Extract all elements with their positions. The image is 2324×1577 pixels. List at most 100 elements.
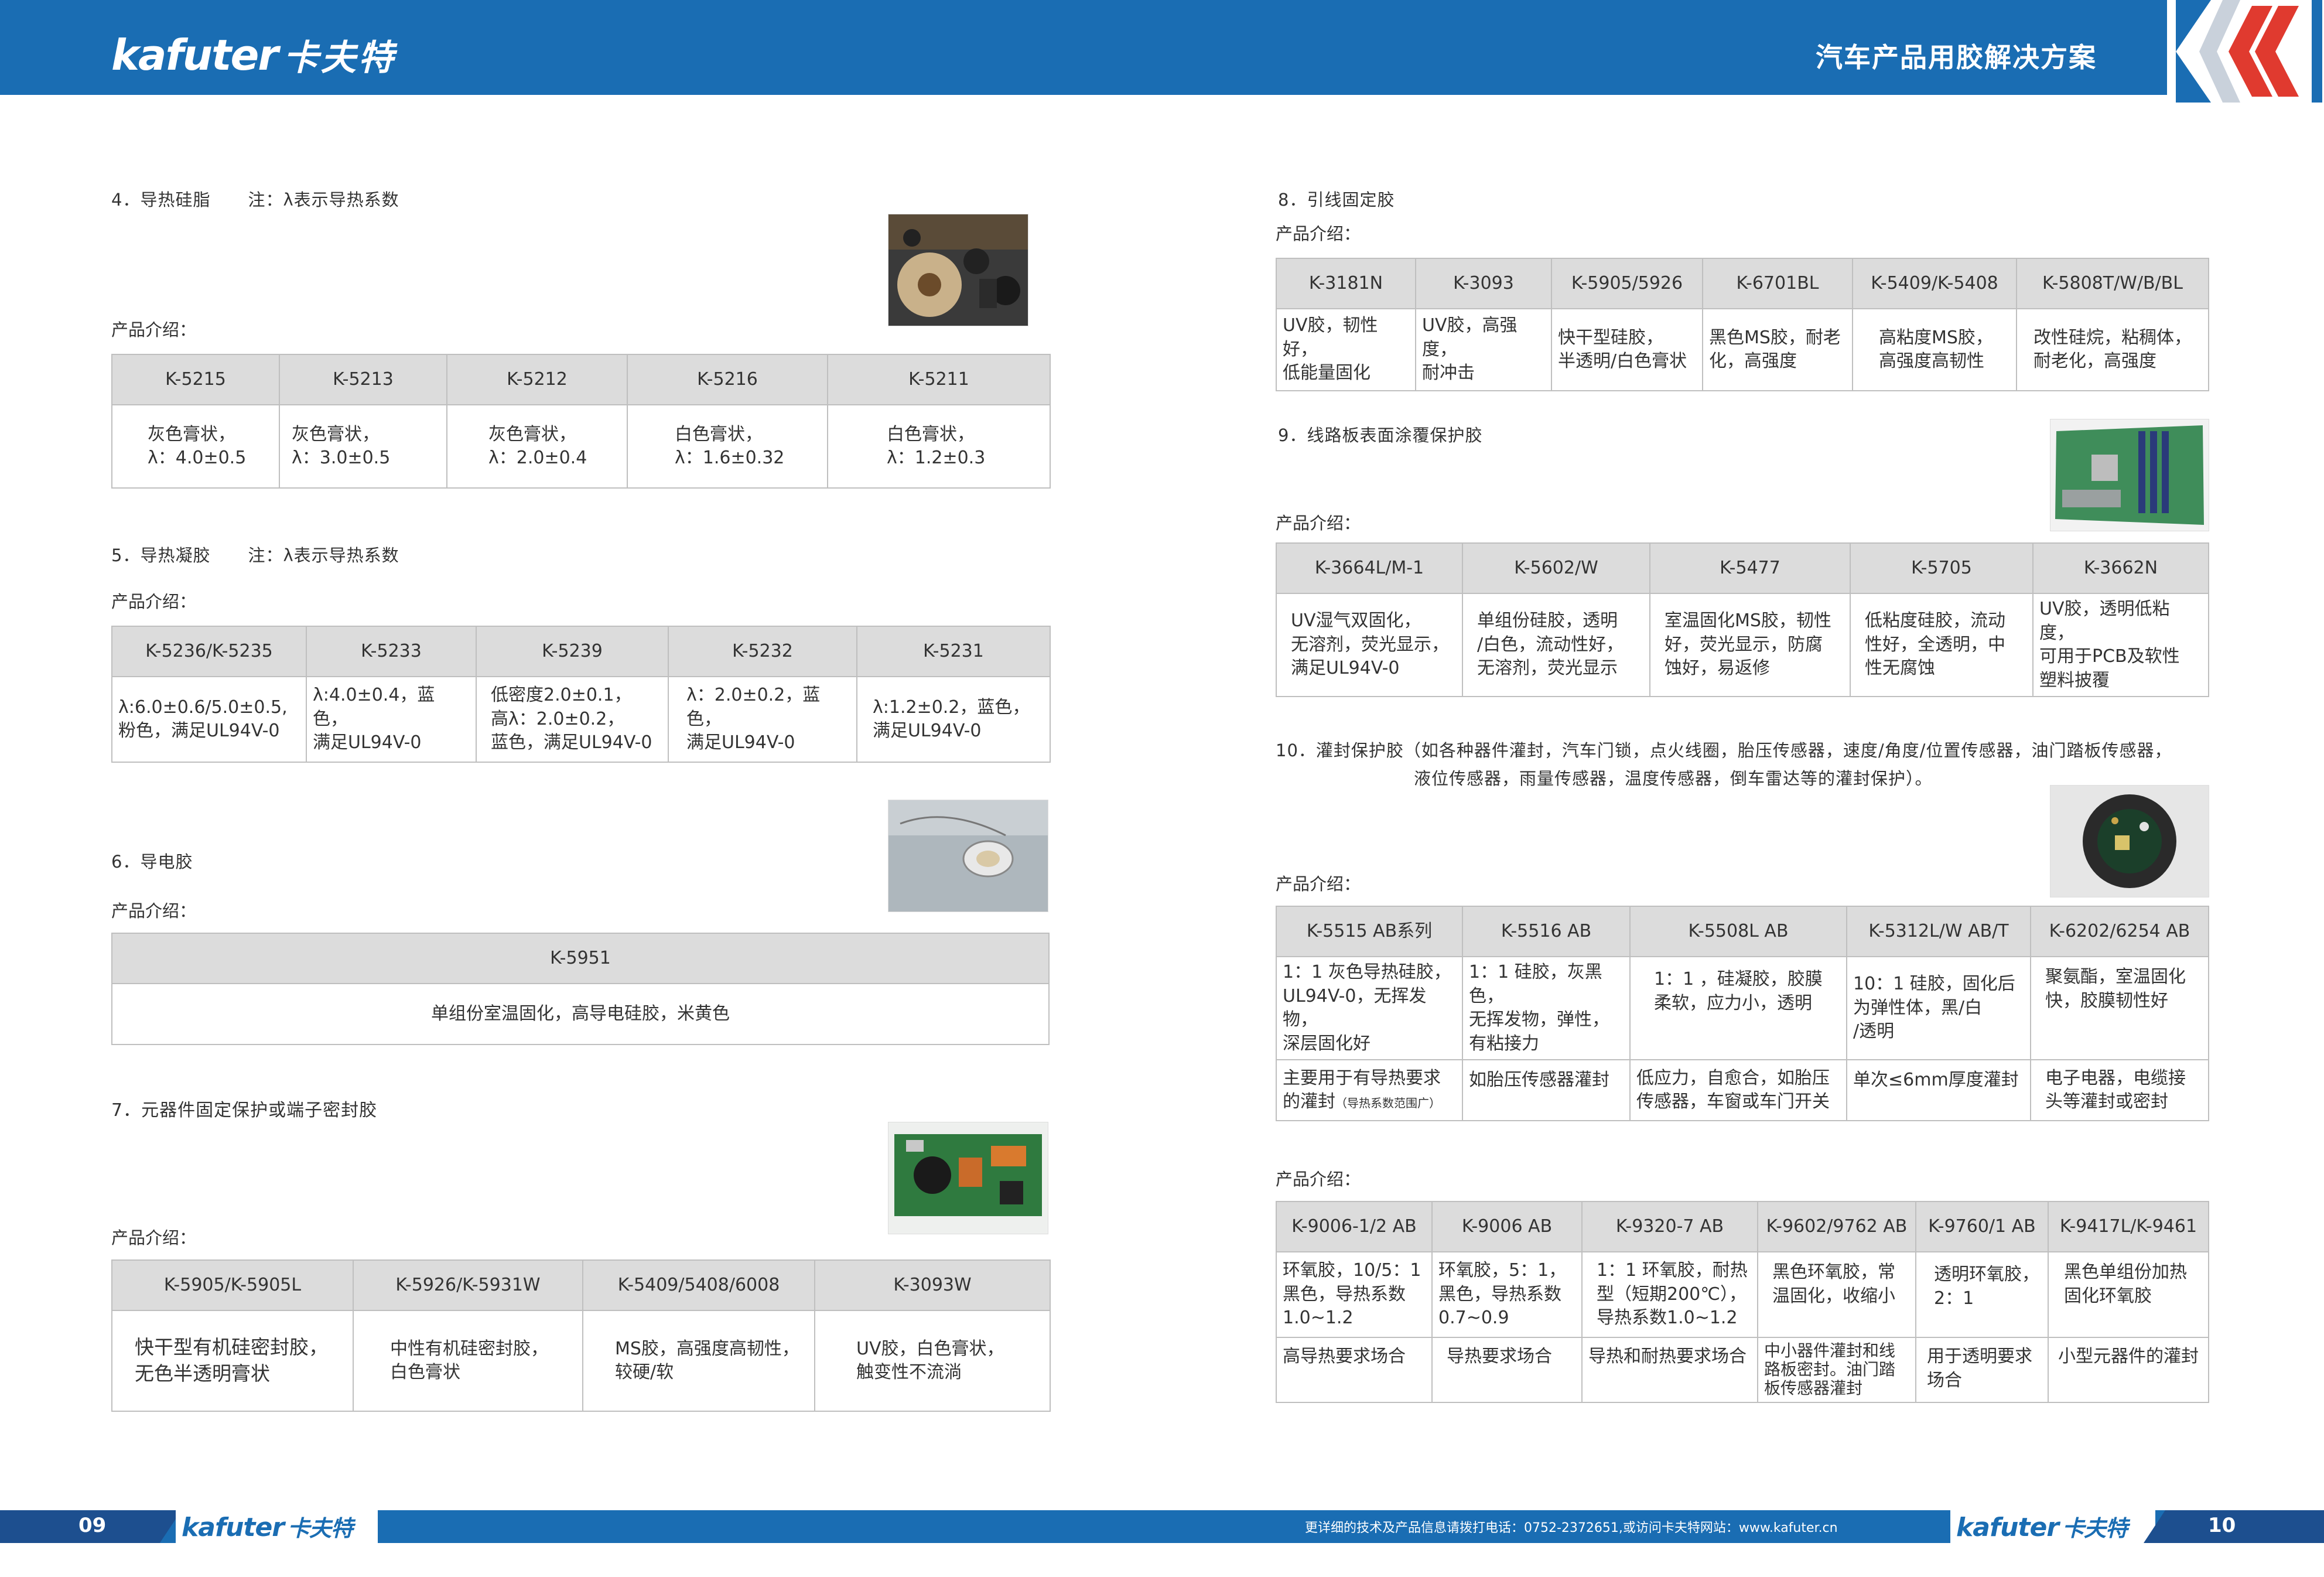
table-cell: 聚氨酯，室温固化 快，胶膜韧性好 <box>2030 956 2209 1060</box>
table-cell: 黑色单组份加热 固化环氧胶 <box>2048 1251 2209 1338</box>
table-header: K-9006-1/2 AB <box>1276 1201 1433 1252</box>
table-cell: 室温固化MS胶，韧性 好，荧光显示，防腐 蚀好，易返修 <box>1649 593 1851 697</box>
section-6-title: 6．导电胶 <box>111 852 193 872</box>
table-cell: 单次≤6mm厚度灌封 <box>1846 1059 2031 1121</box>
page-number-right: 10 <box>2208 1514 2236 1537</box>
table-header: K-5951 <box>111 933 1050 984</box>
table-header: K-5705 <box>1850 542 2034 594</box>
table-cell: 白色膏状， λ：1.2±0.3 <box>827 404 1051 489</box>
sec4-table: K-5215 K-5213 K-5212 K-5216 K-5211 灰色膏状， λ：4.… <box>111 354 1051 489</box>
chevron-icon <box>2176 0 2322 103</box>
table-cell: λ:6.0±0.6/5.0±0.5, 粉色，满足UL94V-0 <box>111 676 307 763</box>
product-intro-label: 产品介绍： <box>111 592 197 612</box>
sec10-table-2: K-9006-1/2 AB K-9006 AB K-9320-7 AB K-9602/… <box>1276 1201 2209 1403</box>
table-header: K-6701BL <box>1702 258 1853 309</box>
table-header: K-3093W <box>814 1259 1051 1311</box>
table-cell: 中性有机硅密封胶， 白色膏状 <box>353 1310 583 1412</box>
table-header: K-5239 <box>476 626 669 677</box>
product-intro-label: 产品介绍： <box>111 901 197 921</box>
conductive-glue-photo <box>888 800 1048 912</box>
table-cell: 单组份室温固化，高导电硅胶，米黄色 <box>111 983 1050 1045</box>
table-cell: λ：2.0±0.2，蓝色， 满足UL94V-0 <box>668 676 857 763</box>
table-cell: 快干型硅胶， 半透明/白色膏状 <box>1551 308 1703 391</box>
table-header: K-5515 AB系列 <box>1276 906 1463 957</box>
table-header: K-6202/6254 AB <box>2030 906 2209 957</box>
table-cell: UV胶，白色膏状， 触变性不流淌 <box>814 1310 1051 1412</box>
table-cell: 环氧胶，5：1， 黑色，导热系数 0.7~0.9 <box>1431 1251 1583 1338</box>
table-header: K-9602/9762 AB <box>1757 1201 1916 1252</box>
table-header: K-3181N <box>1276 258 1416 309</box>
table-cell: 电子电器，电缆接 头等灌封或密封 <box>2030 1059 2209 1121</box>
table-header: K-3664L/M-1 <box>1276 542 1463 594</box>
table-cell: UV胶，高强度， 耐冲击 <box>1415 308 1552 391</box>
table-header: K-5216 <box>627 354 828 405</box>
table-cell: 透明环氧胶， 2：1 <box>1915 1251 2049 1338</box>
table-cell: λ:4.0±0.4，蓝色， 满足UL94V-0 <box>306 676 477 763</box>
table-cell: UV胶，透明低粘度， 可用于PCB及软性 塑料披覆 <box>2032 593 2209 697</box>
table-cell: 灰色膏状， λ：2.0±0.4 <box>446 404 628 489</box>
sec6-table: K-5951 单组份室温固化，高导电硅胶，米黄色 <box>111 933 1050 1045</box>
table-cell: 单组份硅胶，透明/白色，流动性好， 无溶剂，荧光显示 <box>1462 593 1650 697</box>
table-cell: 低粘度硅胶，流动 性好，全透明，中 性无腐蚀 <box>1850 593 2034 697</box>
table-cell: 快干型有机硅密封胶， 无色半透明膏状 <box>111 1310 354 1412</box>
table-header: K-5232 <box>668 626 857 677</box>
component-protection-photo <box>888 1122 1048 1234</box>
table-header: K-5516 AB <box>1462 906 1631 957</box>
section-4-title: 4．导热硅脂 注：λ表示导热系数 <box>111 190 399 210</box>
table-header: K-5212 <box>446 354 628 405</box>
table-header: K-9006 AB <box>1431 1201 1583 1252</box>
table-cell: 主要用于有导热要求 的灌封（导热系数范围广） <box>1276 1059 1463 1121</box>
table-cell: MS胶，高强度高韧性， 较硬/软 <box>582 1310 815 1412</box>
table-header: K-5808T/W/B/BL <box>2016 258 2209 309</box>
table-cell: 1：1 硅胶，灰黑色， 无挥发物，弹性， 有粘接力 <box>1462 956 1631 1060</box>
table-header: K-5602/W <box>1462 542 1650 594</box>
table-cell: 1：1 环氧胶，耐热 型（短期200℃）， 导热系数1.0~1.2 <box>1581 1251 1758 1338</box>
table-header: K-5905/5926 <box>1551 258 1703 309</box>
table-header: K-5233 <box>306 626 477 677</box>
table-header: K-9417L/K-9461 <box>2048 1201 2209 1252</box>
table-header: K-5508L AB <box>1629 906 1847 957</box>
table-header: K-5312L/W AB/T <box>1846 906 2031 957</box>
sec9-table: K-3664L/M-1 K-5602/W K-5477 K-5705 K-3662N U… <box>1276 542 2209 697</box>
potting-photo <box>2050 785 2209 897</box>
product-intro-label: 产品介绍： <box>1276 224 1361 244</box>
table-cell: 低密度2.0±0.1， 高λ：2.0±0.2， 蓝色，满足UL94V-0 <box>476 676 669 763</box>
table-header: K-5231 <box>856 626 1051 677</box>
table-cell: 中小器件灌封和线 路板密封。油门踏 板传感器灌封 <box>1757 1337 1916 1403</box>
table-header: K-5409/K-5408 <box>1852 258 2017 309</box>
section-8-title: 8．引线固定胶 <box>1278 190 1395 210</box>
table-cell: 改性硅烷，粘稠体， 耐老化，高强度 <box>2016 308 2209 391</box>
section-10-title: 10．灌封保护胶（如各种器件灌封，汽车门锁，点火线圈，胎压传感器，速度/角度/位… <box>1276 740 2172 788</box>
sec5-table: K-5236/K-5235 K-5233 K-5239 K-5232 K-5231 λ:… <box>111 626 1051 763</box>
table-cell: 10：1 硅胶，固化后 为弹性体，黑/白/透明 <box>1846 956 2031 1060</box>
table-cell: 环氧胶，10/5：1 黑色，导热系数 1.0~1.2 <box>1276 1251 1433 1338</box>
product-intro-label: 产品介绍： <box>111 1228 197 1248</box>
table-header: K-5905/K-5905L <box>111 1259 354 1311</box>
sec7-table: K-5905/K-5905L K-5926/K-5931W K-5409/5408/… <box>111 1259 1051 1412</box>
table-header: K-5926/K-5931W <box>353 1259 583 1311</box>
table-cell: UV湿气双固化， 无溶剂，荧光显示， 满足UL94V-0 <box>1276 593 1463 697</box>
section-9-title: 9．线路板表面涂覆保护胶 <box>1278 425 1483 445</box>
page-title: 汽车产品用胶解决方案 <box>1816 42 2097 73</box>
table-header: K-9320-7 AB <box>1581 1201 1758 1252</box>
table-cell: 导热要求场合 <box>1431 1337 1583 1403</box>
table-header: K-5409/5408/6008 <box>582 1259 815 1311</box>
footer-brand-left: kafuter 卡夫特 <box>182 1513 353 1542</box>
table-cell: 灰色膏状， λ：4.0±0.5 <box>111 404 280 489</box>
brand-logo: kafuter 卡夫特 <box>111 30 396 80</box>
table-cell: UV胶，韧性好， 低能量固化 <box>1276 308 1416 391</box>
table-cell: 黑色环氧胶，常 温固化，收缩小 <box>1757 1251 1916 1338</box>
table-cell: 导热和耐热要求场合 <box>1581 1337 1758 1403</box>
section-5-title: 5．导热凝胶 注：λ表示导热系数 <box>111 545 399 565</box>
product-intro-label: 产品介绍： <box>1276 874 1361 894</box>
product-intro-label: 产品介绍： <box>111 320 197 340</box>
footer-contact: 更详细的技术及产品信息请拨打电话：0752-2372651,或访问卡夫特网站：w… <box>1305 1521 1838 1535</box>
section-7-title: 7．元器件固定保护或端子密封胶 <box>111 1100 378 1121</box>
table-cell: 1：1 ，硅凝胶，胶膜 柔软，应力小，透明 <box>1629 956 1847 1060</box>
table-header: K-5213 <box>279 354 447 405</box>
table-cell: 1：1 灰色导热硅胶， UL94V-0，无挥发物， 深层固化好 <box>1276 956 1463 1060</box>
table-cell: 小型元器件的灌封 <box>2048 1337 2209 1403</box>
product-intro-label: 产品介绍： <box>1276 1169 1361 1189</box>
table-cell: 用于透明要求 场合 <box>1915 1337 2049 1403</box>
table-cell: 白色膏状， λ：1.6±0.32 <box>627 404 828 489</box>
